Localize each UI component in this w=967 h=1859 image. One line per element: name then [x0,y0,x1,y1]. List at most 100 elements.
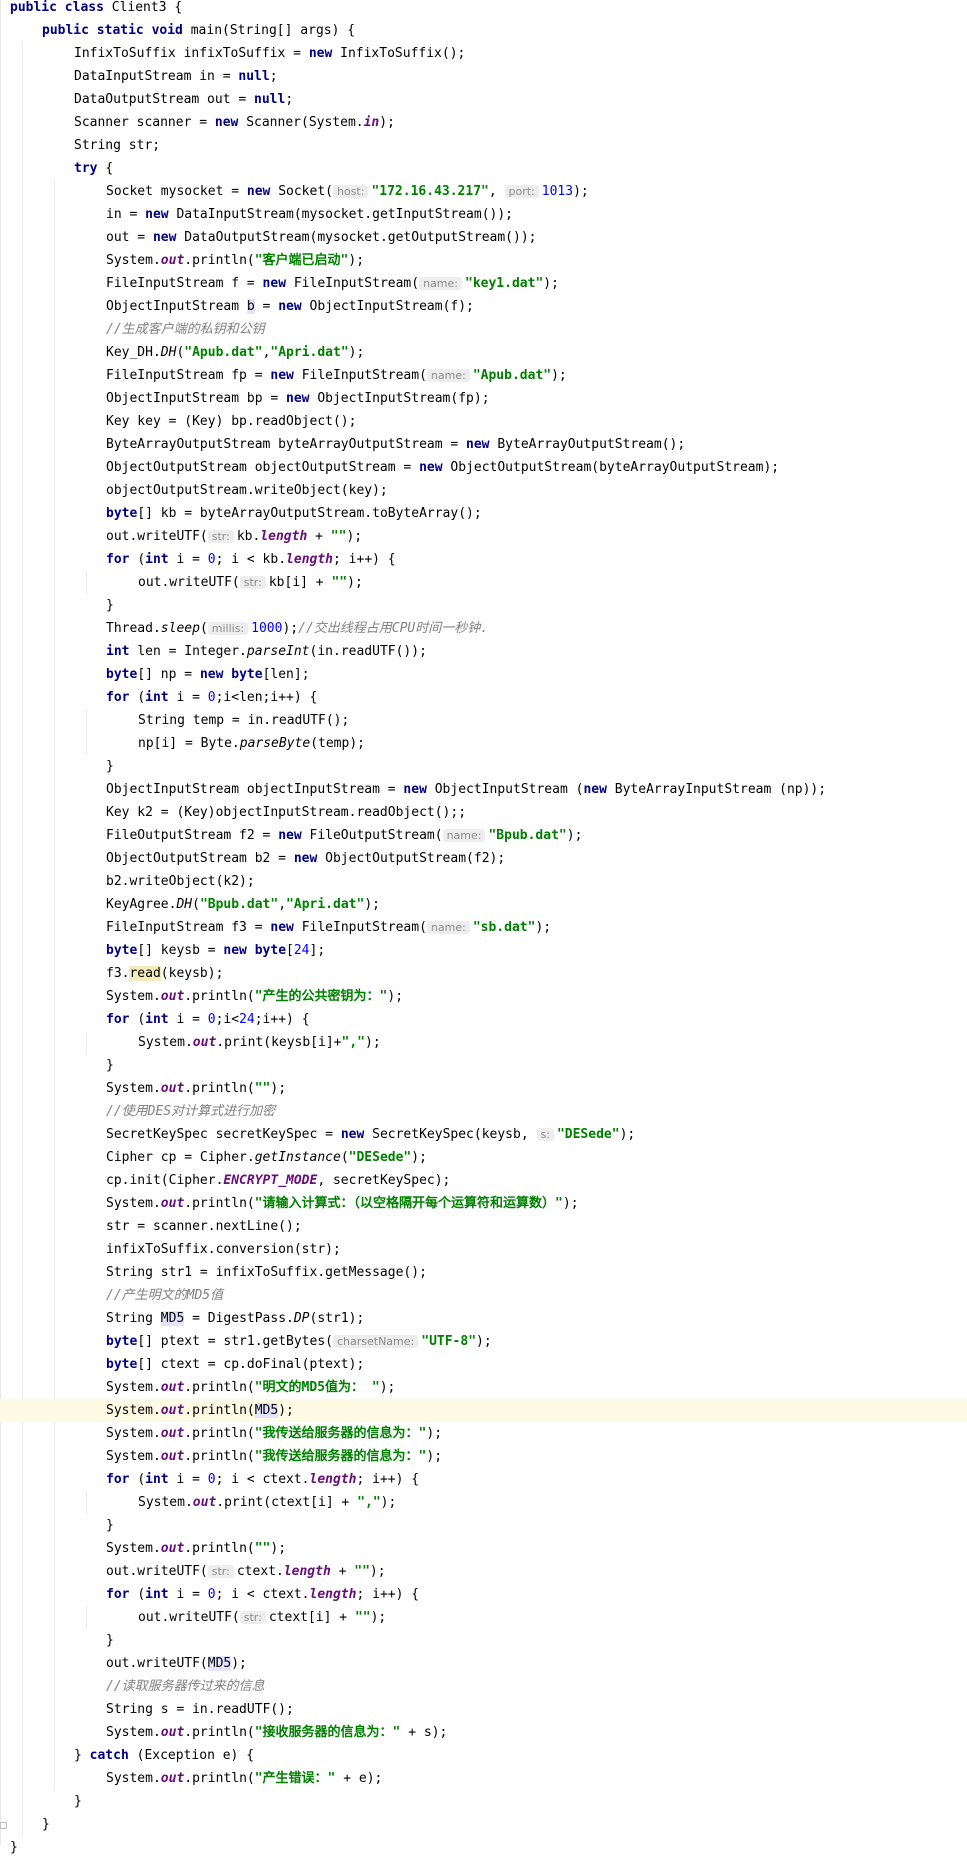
code-line[interactable]: InfixToSuffix infixToSuffix = new InfixT… [0,42,967,65]
code-line[interactable]: ObjectInputStream bp = new ObjectInputSt… [0,387,967,410]
code-line[interactable]: out.writeUTF(str: ctext[i] + ""); [0,1606,967,1629]
code-line[interactable]: byte[] kb = byteArrayOutputStream.toByte… [0,502,967,525]
code-line[interactable]: out.writeUTF(str: kb[i] + ""); [0,571,967,594]
code-line[interactable]: System.out.println("产生错误：" + e); [0,1767,967,1790]
code-line[interactable]: ObjectOutputStream objectOutputStream = … [0,456,967,479]
code-line[interactable]: int len = Integer.parseInt(in.readUTF())… [0,640,967,663]
code-line[interactable]: FileInputStream f = new FileInputStream(… [0,272,967,295]
code-line[interactable]: System.out.print(keysb[i]+","); [0,1031,967,1054]
code-line[interactable]: } [0,594,967,617]
code-line[interactable]: String MD5 = DigestPass.DP(str1); [0,1307,967,1330]
code-line[interactable]: System.out.println(MD5); [0,1399,967,1422]
code-line[interactable]: cp.init(Cipher.ENCRYPT_MODE, secretKeySp… [0,1169,967,1192]
code-line[interactable]: byte[] ctext = cp.doFinal(ptext); [0,1353,967,1376]
code-token: 24 [239,1012,255,1027]
code-line[interactable]: out.writeUTF(str: kb.length + ""); [0,525,967,548]
code-line[interactable]: //产生明文的MD5值 [0,1284,967,1307]
code-line[interactable]: try { [0,157,967,180]
code-line[interactable]: np[i] = Byte.parseByte(temp); [0,732,967,755]
code-line[interactable]: byte[] np = new byte[len]; [0,663,967,686]
code-line[interactable]: objectOutputStream.writeObject(key); [0,479,967,502]
code-line[interactable]: System.out.println("明文的MD5值为： "); [0,1376,967,1399]
code-line[interactable]: DataInputStream in = null; [0,65,967,88]
code-token: out.writeUTF( [138,575,240,590]
code-token: (str1); [309,1311,365,1326]
code-line[interactable]: String str; [0,134,967,157]
code-line[interactable]: String s = in.readUTF(); [0,1698,967,1721]
code-token: out [160,1380,185,1395]
code-token: length [283,1564,331,1579]
code-line[interactable]: SecretKeySpec secretKeySpec = new Secret… [0,1123,967,1146]
code-token: 0 [207,1012,216,1027]
parameter-hint: s: [536,1128,554,1141]
code-line[interactable]: } catch (Exception e) { [0,1744,967,1767]
code-line[interactable]: String str1 = infixToSuffix.getMessage()… [0,1261,967,1284]
code-line[interactable]: in = new DataInputStream(mysocket.getInp… [0,203,967,226]
code-line[interactable]: str = scanner.nextLine(); [0,1215,967,1238]
code-token: ENCRYPT_MODE [223,1173,318,1188]
code-token: "172.16.43.217" [371,184,489,199]
code-line[interactable]: ObjectInputStream objectInputStream = ne… [0,778,967,801]
code-line[interactable]: //生成客户端的私钥和公钥 [0,318,967,341]
code-line[interactable]: byte[] keysb = new byte[24]; [0,939,967,962]
code-line[interactable]: } [0,1836,967,1859]
code-line[interactable]: } [0,1514,967,1537]
code-line[interactable]: public static void main(String[] args) { [0,19,967,42]
code-token: new [403,782,435,797]
code-line[interactable]: //使用DES对计算式进行加密 [0,1100,967,1123]
code-line[interactable]: Key key = (Key) bp.readObject(); [0,410,967,433]
code-line[interactable]: String temp = in.readUTF(); [0,709,967,732]
code-token: "Apub.dat" [184,345,263,360]
code-line[interactable]: FileInputStream f3 = new FileInputStream… [0,916,967,939]
code-line[interactable]: System.out.println("我传送给服务器的信息为："); [0,1422,967,1445]
code-line[interactable]: b2.writeObject(k2); [0,870,967,893]
code-token: out [160,1426,185,1441]
code-line[interactable]: } [0,1054,967,1077]
code-line[interactable]: for (int i = 0;i<len;i++) { [0,686,967,709]
code-line[interactable]: KeyAgree.DH("Bpub.dat","Apri.dat"); [0,893,967,916]
code-line[interactable]: Thread.sleep(millis: 1000);//交出线程占用CPU时间一… [0,617,967,640]
code-line[interactable]: FileOutputStream f2 = new FileOutputStre… [0,824,967,847]
code-token: "Bpub.dat" [199,897,279,912]
code-token: SecretKeySpec secretKeySpec = [106,1127,341,1142]
code-line[interactable]: Scanner scanner = new Scanner(System.in)… [0,111,967,134]
code-token: ; i++) { [356,1472,420,1487]
code-line[interactable]: } [0,1813,967,1836]
code-line[interactable]: //读取服务器传过来的信息 [0,1675,967,1698]
code-token: InfixToSuffix infixToSuffix = [74,46,309,61]
code-line[interactable]: System.out.println(""); [0,1537,967,1560]
code-line[interactable]: System.out.println("接收服务器的信息为：" + s); [0,1721,967,1744]
code-line[interactable]: System.out.println("请输入计算式：（以空格隔开每个运算符和运… [0,1192,967,1215]
code-line[interactable]: System.out.println(""); [0,1077,967,1100]
code-line[interactable]: for (int i = 0;i<24;i++) { [0,1008,967,1031]
code-line[interactable]: ObjectOutputStream b2 = new ObjectOutput… [0,847,967,870]
code-line[interactable]: out.writeUTF(MD5); [0,1652,967,1675]
code-line[interactable]: FileInputStream fp = new FileInputStream… [0,364,967,387]
code-line[interactable]: ObjectInputStream b = new ObjectInputStr… [0,295,967,318]
code-line[interactable]: Key_DH.DH("Apub.dat","Apri.dat"); [0,341,967,364]
code-line[interactable]: } [0,755,967,778]
code-editor[interactable]: public class Client3 {public static void… [0,0,967,1855]
code-line[interactable]: public class Client3 { [0,0,967,19]
code-line[interactable]: } [0,1629,967,1652]
code-line[interactable]: System.out.println("产生的公共密钥为："); [0,985,967,1008]
code-line[interactable]: out = new DataOutputStream(mysocket.getO… [0,226,967,249]
code-line[interactable]: Socket mysocket = new Socket(host: "172.1… [0,180,967,203]
code-line[interactable]: ByteArrayOutputStream byteArrayOutputStr… [0,433,967,456]
code-line[interactable]: System.out.println("我传送给服务器的信息为："); [0,1445,967,1468]
code-line[interactable]: for (int i = 0; i < ctext.length; i++) { [0,1583,967,1606]
code-line[interactable]: } [0,1790,967,1813]
code-line[interactable]: Key k2 = (Key)objectInputStream.readObje… [0,801,967,824]
code-line[interactable]: System.out.print(ctext[i] + ","); [0,1491,967,1514]
code-token: ); [543,276,559,291]
code-line[interactable]: byte[] ptext = str1.getBytes(charsetName… [0,1330,967,1353]
code-line[interactable]: Cipher cp = Cipher.getInstance("DESede")… [0,1146,967,1169]
code-line[interactable]: for (int i = 0; i < ctext.length; i++) { [0,1468,967,1491]
code-token: byte [106,506,138,521]
code-line[interactable]: f3.read(keysb); [0,962,967,985]
code-line[interactable]: infixToSuffix.conversion(str); [0,1238,967,1261]
code-line[interactable]: DataOutputStream out = null; [0,88,967,111]
code-line[interactable]: System.out.println("客户端已启动"); [0,249,967,272]
code-line[interactable]: out.writeUTF(str: ctext.length + ""); [0,1560,967,1583]
code-line[interactable]: for (int i = 0; i < kb.length; i++) { [0,548,967,571]
